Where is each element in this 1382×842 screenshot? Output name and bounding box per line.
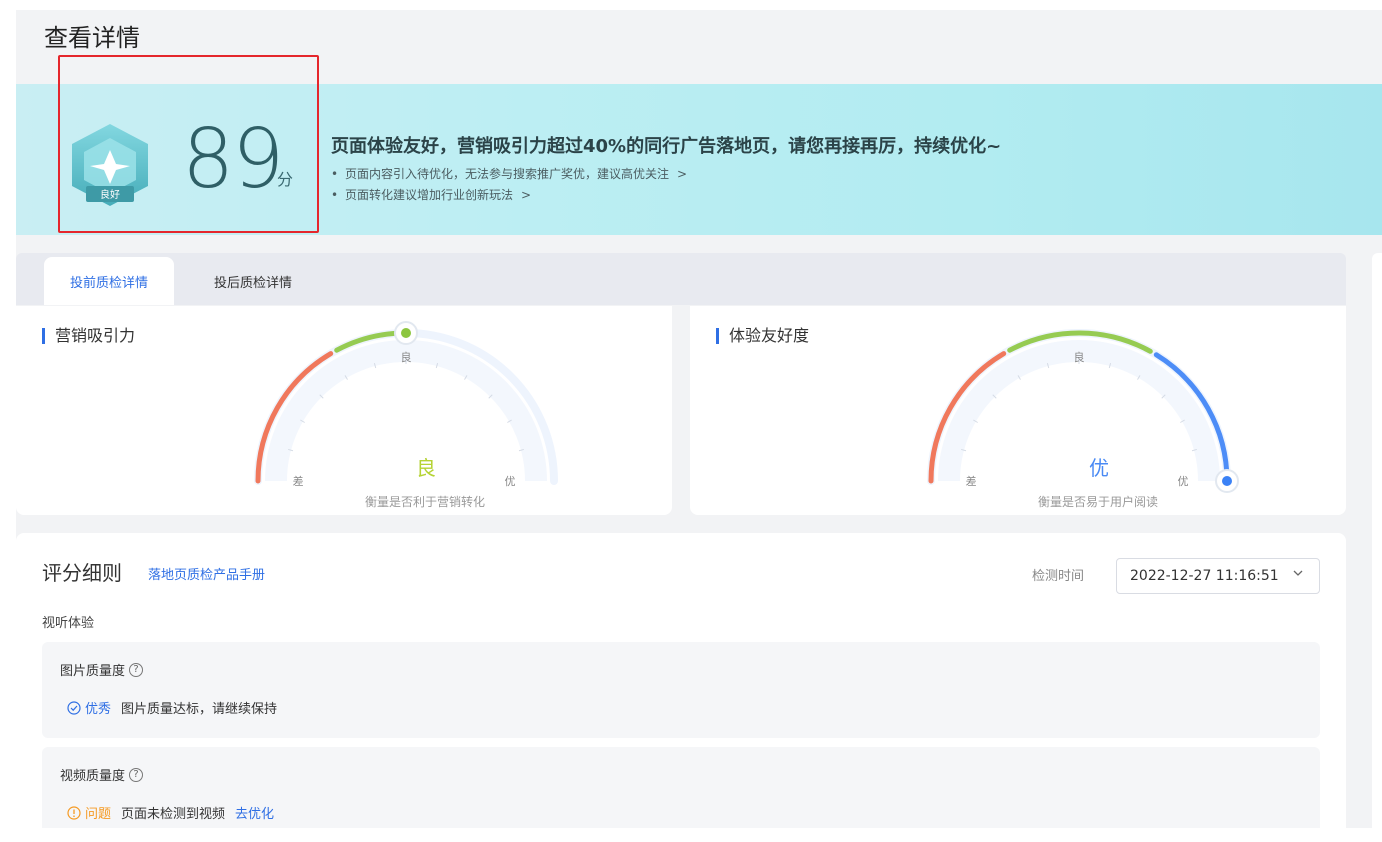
- gauge-caption: 衡量是否利于营销转化: [364, 495, 485, 509]
- page-title: 查看详情: [44, 24, 140, 52]
- banner-summary: 页面体验友好，营销吸引力超过40%的同行广告落地页，请您再接再厉，持续优化~ 页…: [331, 132, 1001, 206]
- help-icon[interactable]: ?: [129, 662, 144, 677]
- tab-pre-inspection[interactable]: 投前质检详情: [44, 257, 175, 305]
- rule-item: 图片质量度 ? 优秀 图片质量达标，请继续保持: [42, 642, 1320, 738]
- status-badge: 问题: [67, 803, 111, 822]
- banner-headline: 页面体验友好，营销吸引力超过40%的同行广告落地页，请您再接再厉，持续优化~: [331, 136, 1002, 157]
- gauge-level-value: 优: [1089, 456, 1109, 480]
- detect-time-value: 2022-12-27 11:16:51: [1130, 568, 1279, 584]
- banner-tip-text: 页面内容引入待优化，无法参与搜索推广奖优，建议高优关注: [345, 167, 670, 181]
- chevron-down-icon: [1293, 570, 1303, 576]
- rules-title: 评分细则: [42, 561, 122, 585]
- status-desc: 图片质量达标，请继续保持: [121, 702, 278, 717]
- banner-tips: 页面内容引入待优化，无法参与搜索推广奖优，建议高优关注 > 页面转化建议增加行业创…: [331, 164, 1001, 206]
- gauge-high-label: 优: [504, 475, 515, 488]
- score-highlight-box: [58, 55, 319, 233]
- status-label: 优秀: [85, 702, 112, 717]
- rule-item-title-text: 图片质量度: [60, 664, 126, 679]
- gauge-mid-label: 良: [1074, 350, 1085, 364]
- detect-time-label: 检测时间: [1032, 569, 1085, 584]
- check-circle-icon: [67, 700, 81, 715]
- rule-item-title-text: 视频质量度: [60, 769, 126, 784]
- detect-time-select[interactable]: 2022-12-27 11:16:51: [1116, 558, 1320, 594]
- chevron-right-icon: >: [677, 167, 688, 181]
- gauge-inner-band: [265, 340, 547, 482]
- section-label: 视听体验: [42, 616, 95, 631]
- status-desc: 页面未检测到视频: [121, 807, 226, 822]
- rule-item: 视频质量度 ? 问题 页面未检测到视频 去优化: [42, 747, 1320, 828]
- tab-post-inspection[interactable]: 投后质检详情: [188, 257, 318, 305]
- experience-gauge: 差良优优: [927, 329, 1239, 493]
- optimize-link[interactable]: 去优化: [235, 803, 274, 822]
- gauge-pointer-dot: [1222, 476, 1232, 486]
- rule-item-status: 优秀 图片质量达标，请继续保持: [67, 698, 277, 717]
- gauge-caption: 衡量是否易于用户阅读: [1037, 495, 1158, 509]
- scoring-rules: 评分细则 落地页质检产品手册 检测时间 2022-12-27 11:16:51 …: [16, 533, 1346, 828]
- side-panel: [1372, 253, 1382, 828]
- banner-tip[interactable]: 页面转化建议增加行业创新玩法 >: [331, 185, 1001, 206]
- banner-tip-text: 页面转化建议增加行业创新玩法: [345, 188, 514, 202]
- page-header: ‹ 查看详情: [16, 10, 1382, 58]
- gauge-mid-label: 良: [401, 350, 412, 364]
- warning-circle-icon: [67, 805, 81, 820]
- gauge-low-label: 差: [966, 474, 977, 488]
- gauge-pointer-dot: [401, 328, 411, 338]
- status-label: 问题: [85, 807, 112, 822]
- gauge-card-marketing: 营销吸引力 差良优良 衡量是否利于营销转化: [16, 306, 672, 515]
- chevron-right-icon: >: [521, 188, 532, 202]
- gauge-high-label: 优: [1177, 475, 1188, 488]
- rule-item-title: 视频质量度 ?: [60, 765, 144, 784]
- manual-link[interactable]: 落地页质检产品手册: [148, 564, 265, 583]
- gauge-card-experience: 体验友好度 差良优优 衡量是否易于用户阅读: [690, 306, 1346, 515]
- rule-item-title: 图片质量度 ?: [60, 660, 144, 679]
- tabs-bar: 投前质检详情 投后质检详情: [16, 253, 1346, 305]
- gauge-level-value: 良: [416, 456, 436, 480]
- status-badge: 优秀: [67, 698, 111, 717]
- rule-item-status: 问题 页面未检测到视频 去优化: [67, 803, 274, 822]
- page-frame: ‹ 查看详情 良好 89 分 页面体验友好，营销吸引力超过40%的同行广告落地页…: [16, 10, 1382, 828]
- marketing-gauge: 差 良优 良: [254, 321, 558, 488]
- banner-tip[interactable]: 页面内容引入待优化，无法参与搜索推广奖优，建议高优关注 >: [331, 164, 1001, 185]
- gauge-low-label: 差: [293, 474, 304, 488]
- help-icon[interactable]: ?: [129, 767, 144, 782]
- gauge-inner-band: [938, 340, 1220, 482]
